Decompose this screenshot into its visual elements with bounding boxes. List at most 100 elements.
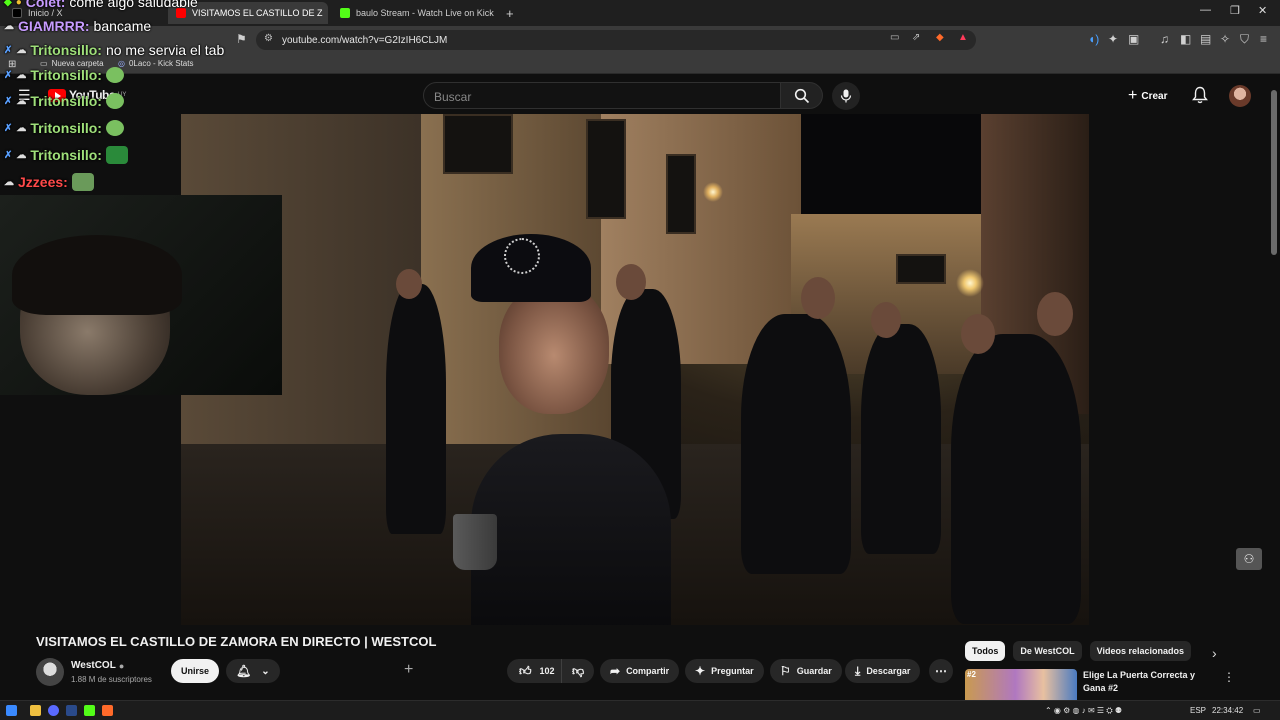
minimize-icon[interactable]: — xyxy=(1200,4,1211,16)
channel-name[interactable]: WestCOL ● xyxy=(71,660,124,671)
brave-shields-icon[interactable]: ◆ xyxy=(936,32,944,43)
chat-message: ✗ ☁ Tritonsillo: xyxy=(4,120,124,136)
chat-username: Jzzees: xyxy=(18,174,68,190)
join-button[interactable]: Unirse xyxy=(171,659,220,683)
chip-related[interactable]: Videos relacionados xyxy=(1089,641,1192,661)
emote-icon xyxy=(105,120,124,136)
add-icon[interactable]: + xyxy=(404,661,413,679)
chat-username: Tritonsillo: xyxy=(30,67,102,83)
thumbs-down-icon: 👎︎ xyxy=(572,663,585,678)
video-frame-lamp xyxy=(956,269,984,297)
filter-chips: Todos De WestCOL Videos relacionados xyxy=(965,641,1192,661)
create-button[interactable]: + Crear xyxy=(1128,87,1167,105)
subscription-bell-button[interactable]: 🔔︎ ⌄ xyxy=(226,659,280,683)
video-frame-window xyxy=(666,154,696,234)
channel-name-text: WestCOL xyxy=(71,660,116,671)
kick-favicon-icon xyxy=(340,8,350,18)
create-label: Crear xyxy=(1141,90,1168,102)
start-icon[interactable] xyxy=(6,705,17,716)
sidebar-icon[interactable]: ◧ xyxy=(1180,32,1191,46)
search-icon xyxy=(794,88,809,103)
badge-icon: ☁ xyxy=(16,122,27,134)
account-avatar[interactable] xyxy=(1229,85,1251,107)
language-indicator[interactable]: ESP xyxy=(1190,706,1206,715)
app-icon[interactable] xyxy=(84,705,95,716)
chevron-right-icon[interactable]: › xyxy=(1212,645,1217,661)
tab-kick[interactable]: baulo Stream - Watch Live on Kick xyxy=(332,2,498,24)
ask-button[interactable]: ✦ Preguntar xyxy=(685,659,764,683)
video-player[interactable] xyxy=(181,114,1089,625)
extensions-icon[interactable]: ✦ xyxy=(1108,32,1118,46)
bookmark-icon[interactable]: ⚑ xyxy=(236,32,247,46)
like-count: 102 xyxy=(539,666,555,676)
ask-label: Preguntar xyxy=(711,666,754,676)
chip-from-channel[interactable]: De WestCOL xyxy=(1013,641,1082,661)
restore-icon[interactable]: ❐ xyxy=(1230,4,1240,17)
chat-username: Tritonsillo: xyxy=(30,147,102,163)
bell-icon: 🔔︎ xyxy=(236,664,252,678)
badge-icon: ☁ xyxy=(16,95,27,107)
notifications-button[interactable] xyxy=(1192,86,1208,104)
brave-icon[interactable] xyxy=(102,705,113,716)
video-frame-window xyxy=(896,254,946,284)
wallet-icon[interactable]: ▤ xyxy=(1200,32,1211,46)
chevron-down-icon: ⌄ xyxy=(261,665,270,677)
recommended-title[interactable]: Elige La Puerta Correcta y Gana #2 xyxy=(1083,669,1217,695)
notification-center-icon[interactable]: ▭ xyxy=(1253,706,1261,715)
clock[interactable]: 22:34:42 xyxy=(1212,706,1243,715)
badge-icon: ☁ xyxy=(4,176,14,188)
more-icon: ⋯ xyxy=(935,664,947,678)
site-info-icon[interactable]: ⚙ xyxy=(264,33,273,44)
windows-taskbar: ⌃ ◉ ⚙ ◍ ♪ ✉ ☰ ⛭ ⚉ ESP 22:34:42 ▭ xyxy=(0,700,1280,720)
file-explorer-icon[interactable] xyxy=(30,705,41,716)
more-vert-icon[interactable]: ⋮ xyxy=(1223,670,1235,684)
leo-ai-icon[interactable]: ✧ xyxy=(1220,32,1230,46)
audio-playing-icon[interactable]: ◖) xyxy=(1088,32,1099,46)
steam-icon[interactable] xyxy=(66,705,77,716)
install-app-icon[interactable]: ▭ xyxy=(890,32,899,43)
tray-icons[interactable]: ⌃ ◉ ⚙ ◍ ♪ ✉ ☰ ⛭ ⚉ xyxy=(1045,706,1122,716)
like-button[interactable]: 👍︎ 102 xyxy=(507,659,563,683)
search-button[interactable] xyxy=(781,82,823,109)
webcam-overlay xyxy=(0,195,282,395)
menu-icon[interactable]: ≡ xyxy=(1260,32,1267,46)
share-button[interactable]: ➦ Compartir xyxy=(600,659,680,683)
chip-all[interactable]: Todos xyxy=(965,641,1006,661)
chat-username: GIAMRRR: xyxy=(18,18,90,34)
new-tab-button[interactable]: + xyxy=(498,2,518,24)
url-field[interactable]: ⚙ youtube.com/watch?v=G2IzIH6CLJM ▭ ⇗ ◆ … xyxy=(256,30,976,50)
video-frame-main-person xyxy=(471,434,671,625)
more-actions-button[interactable]: ⋯ xyxy=(929,659,953,683)
chat-message: ✗ ☁ Tritonsillo: no me servia el tab xyxy=(4,42,224,58)
search-input[interactable]: Buscar xyxy=(423,82,781,109)
screenshot-icon[interactable]: ▣ xyxy=(1128,32,1139,46)
page-scrollbar[interactable] xyxy=(1271,90,1277,255)
video-frame-main-face xyxy=(499,284,609,414)
save-button[interactable]: ⚐ Guardar xyxy=(770,659,842,683)
chat-message: ☁ Jzzees: xyxy=(4,173,94,191)
join-label: Unirse xyxy=(181,666,210,676)
share-icon[interactable]: ⇗ xyxy=(912,32,920,43)
discord-icon[interactable] xyxy=(48,705,59,716)
media-icon[interactable]: ♫ xyxy=(1160,32,1169,46)
bell-icon xyxy=(1192,86,1208,104)
video-frame-head xyxy=(616,264,646,300)
brave-rewards-icon[interactable]: ▲ xyxy=(958,32,968,43)
voice-search-button[interactable] xyxy=(832,82,860,110)
download-label: Descargar xyxy=(866,666,911,676)
download-button[interactable]: ⤓ Descargar xyxy=(845,659,921,683)
bookmark-kick-stats[interactable]: ◎ 0Laco - Kick Stats xyxy=(118,59,193,68)
badge-icon: ☁ xyxy=(16,44,27,56)
channel-avatar[interactable] xyxy=(36,658,64,686)
video-frame-person xyxy=(386,284,446,534)
floating-widget-icon[interactable]: ⚇ xyxy=(1236,548,1262,570)
vpn-icon[interactable]: ⛉ xyxy=(1240,32,1249,47)
close-window-icon[interactable]: ✕ xyxy=(1258,4,1267,17)
download-icon: ⤓ xyxy=(855,663,861,678)
dislike-button[interactable]: 👎︎ xyxy=(561,659,595,683)
save-label: Guardar xyxy=(796,666,832,676)
video-frame-cup xyxy=(453,514,497,570)
badge-icon: ☁ xyxy=(16,149,27,161)
search-placeholder: Buscar xyxy=(434,90,472,104)
tab-label: baulo Stream - Watch Live on Kick xyxy=(356,8,494,18)
